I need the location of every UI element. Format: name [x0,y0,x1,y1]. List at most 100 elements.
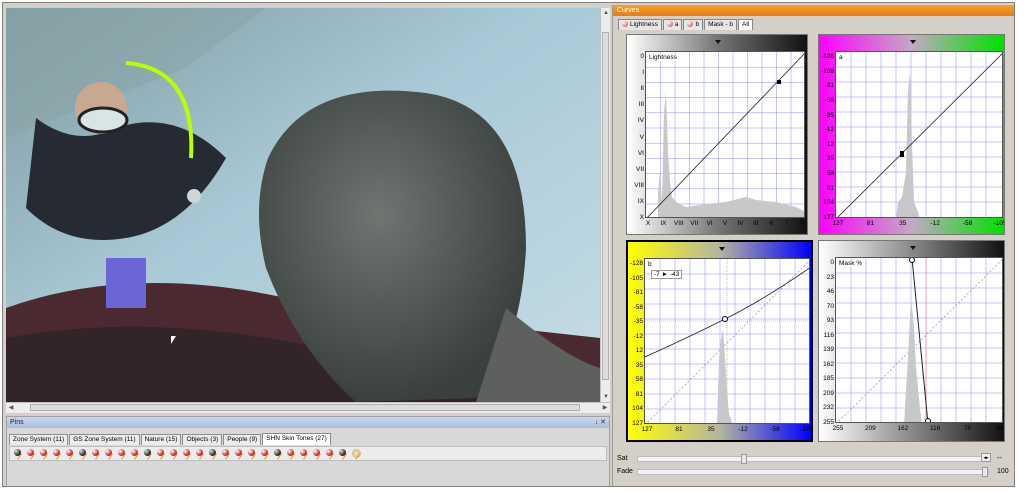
mask-curve-graph [836,258,1002,424]
pin-icon[interactable] [79,448,89,459]
app-window: ▲ ▼ ◀ ▶ Pins ↓ ✕ Zone System (11) GS Zon… [2,2,1015,487]
pin-icon[interactable] [196,448,206,459]
y-tick-label: -81 [824,82,834,90]
pin-icon[interactable] [27,448,37,459]
b-plot[interactable]: b -7 ► -43 [644,258,810,424]
triangle-marker-icon [715,40,721,44]
tab-shn-skin-tones[interactable]: SHN Skin Tones (27) [262,433,331,445]
x-tick-label: -105 [800,426,813,433]
pin-icon[interactable] [40,448,50,459]
image-canvas[interactable] [6,8,600,402]
pin-icon[interactable] [131,448,141,459]
tab-a[interactable]: a [662,19,683,30]
curve-point[interactable] [722,316,728,322]
y-tick-label: IV [637,117,644,125]
triangle-marker-icon [910,246,916,250]
pin-icon [666,21,673,27]
horizontal-scroll-thumb[interactable] [30,404,580,411]
pin-icon[interactable] [53,448,63,459]
vertical-scrollbar[interactable]: ▲ ▼ [600,8,610,402]
scroll-up-icon[interactable]: ▲ [601,8,611,18]
tab-nature[interactable]: Nature (15) [140,434,182,445]
sat-spinner[interactable]: ◂▸ [981,453,991,462]
pin-icon[interactable] [313,448,323,459]
histogram [658,92,804,217]
pin-icon[interactable] [14,448,24,459]
scroll-right-icon[interactable]: ▶ [600,403,610,413]
arrow-right-icon: ► [661,271,669,278]
pins-panel: Pins ↓ ✕ Zone System (11) GS Zone System… [6,416,610,486]
tab-people[interactable]: People (9) [223,434,262,445]
pin-icon[interactable] [118,448,128,459]
y-tick-label: -12 [633,332,643,340]
scroll-down-icon[interactable]: ▼ [601,392,611,402]
tab-objects[interactable]: Objects (3) [182,434,223,445]
x-tick-label: -58 [770,426,780,433]
y-tick-label: 23 [826,273,834,281]
x-tick-label: 127 [641,426,653,433]
pin-icon[interactable] [248,448,258,459]
x-tick-label: 70 [963,425,972,432]
pin-icon[interactable] [326,448,336,459]
pin-icon[interactable] [287,448,297,459]
curve-line [645,267,809,358]
grid-lines [836,52,1002,217]
mask-plot[interactable]: Mask % [835,257,1003,423]
curve-point[interactable] [925,418,931,424]
pin-icon[interactable] [261,448,271,459]
pin-icon[interactable] [339,448,349,459]
pin-icon[interactable] [235,448,245,459]
tab-mask-b[interactable]: Mask - b [704,19,737,30]
y-tick-label: -58 [824,96,834,104]
sat-slider-thumb[interactable] [741,453,748,464]
pin-icon[interactable] [66,448,76,459]
pin-icon[interactable] [105,448,115,459]
pin-icon[interactable] [157,448,167,459]
pin-icon [622,21,628,27]
horizontal-scrollbar[interactable]: ◀ ▶ [6,402,610,413]
triangle-marker-icon [910,40,916,44]
curve-point[interactable] [777,80,781,84]
b-label: b [648,261,652,268]
y-tick-label: 93 [826,317,834,325]
sat-row: Sat ◂▸ -- [617,453,1013,464]
mask-label: Mask % [839,260,863,267]
y-tick-label: 139 [823,346,834,354]
y-tick-label: -35 [824,111,834,119]
pins-window-controls[interactable]: ↓ ✕ [595,417,606,428]
x-tick-label: 255 [832,425,844,432]
fade-slider[interactable] [637,466,989,477]
tab-b[interactable]: b [683,19,704,30]
scroll-left-icon[interactable]: ◀ [6,403,16,413]
lightness-plot[interactable]: Lightness [645,51,805,218]
tab-gs-zone-system[interactable]: GS Zone System (11) [69,434,140,445]
b-readout-output: -43 [669,271,680,278]
fade-slider-thumb[interactable] [982,466,988,477]
tab-zone-system[interactable]: Zone System (11) [9,434,69,445]
x-tick-label: 81 [866,220,874,227]
tab-lightness[interactable]: Lightness [618,19,662,30]
sat-label: Sat [617,455,628,462]
pin-icon[interactable] [274,448,284,459]
pin-icon[interactable] [300,448,310,459]
histogram [904,298,922,422]
vertical-scroll-thumb[interactable] [602,32,609,380]
x-tick-label: -58 [962,220,973,227]
y-tick-label: 35 [635,361,643,369]
curve-point[interactable] [900,151,904,157]
pin-icon[interactable] [170,448,180,459]
pin-icon[interactable] [209,448,219,459]
pin-icon[interactable] [352,448,362,459]
pin-icon[interactable] [92,448,102,459]
y-tick-label: 104 [632,405,643,413]
x-tick-label: 162 [897,425,909,432]
tab-all[interactable]: All [738,19,754,30]
pin-icon[interactable] [144,448,154,459]
y-tick-label: 12 [635,347,643,355]
pin-icon[interactable] [183,448,193,459]
pin-icon[interactable] [222,448,232,459]
curve-point[interactable] [909,258,915,263]
y-tick-label: -12 [824,126,834,134]
a-plot[interactable]: a [835,51,1003,218]
sat-slider[interactable] [637,453,989,464]
